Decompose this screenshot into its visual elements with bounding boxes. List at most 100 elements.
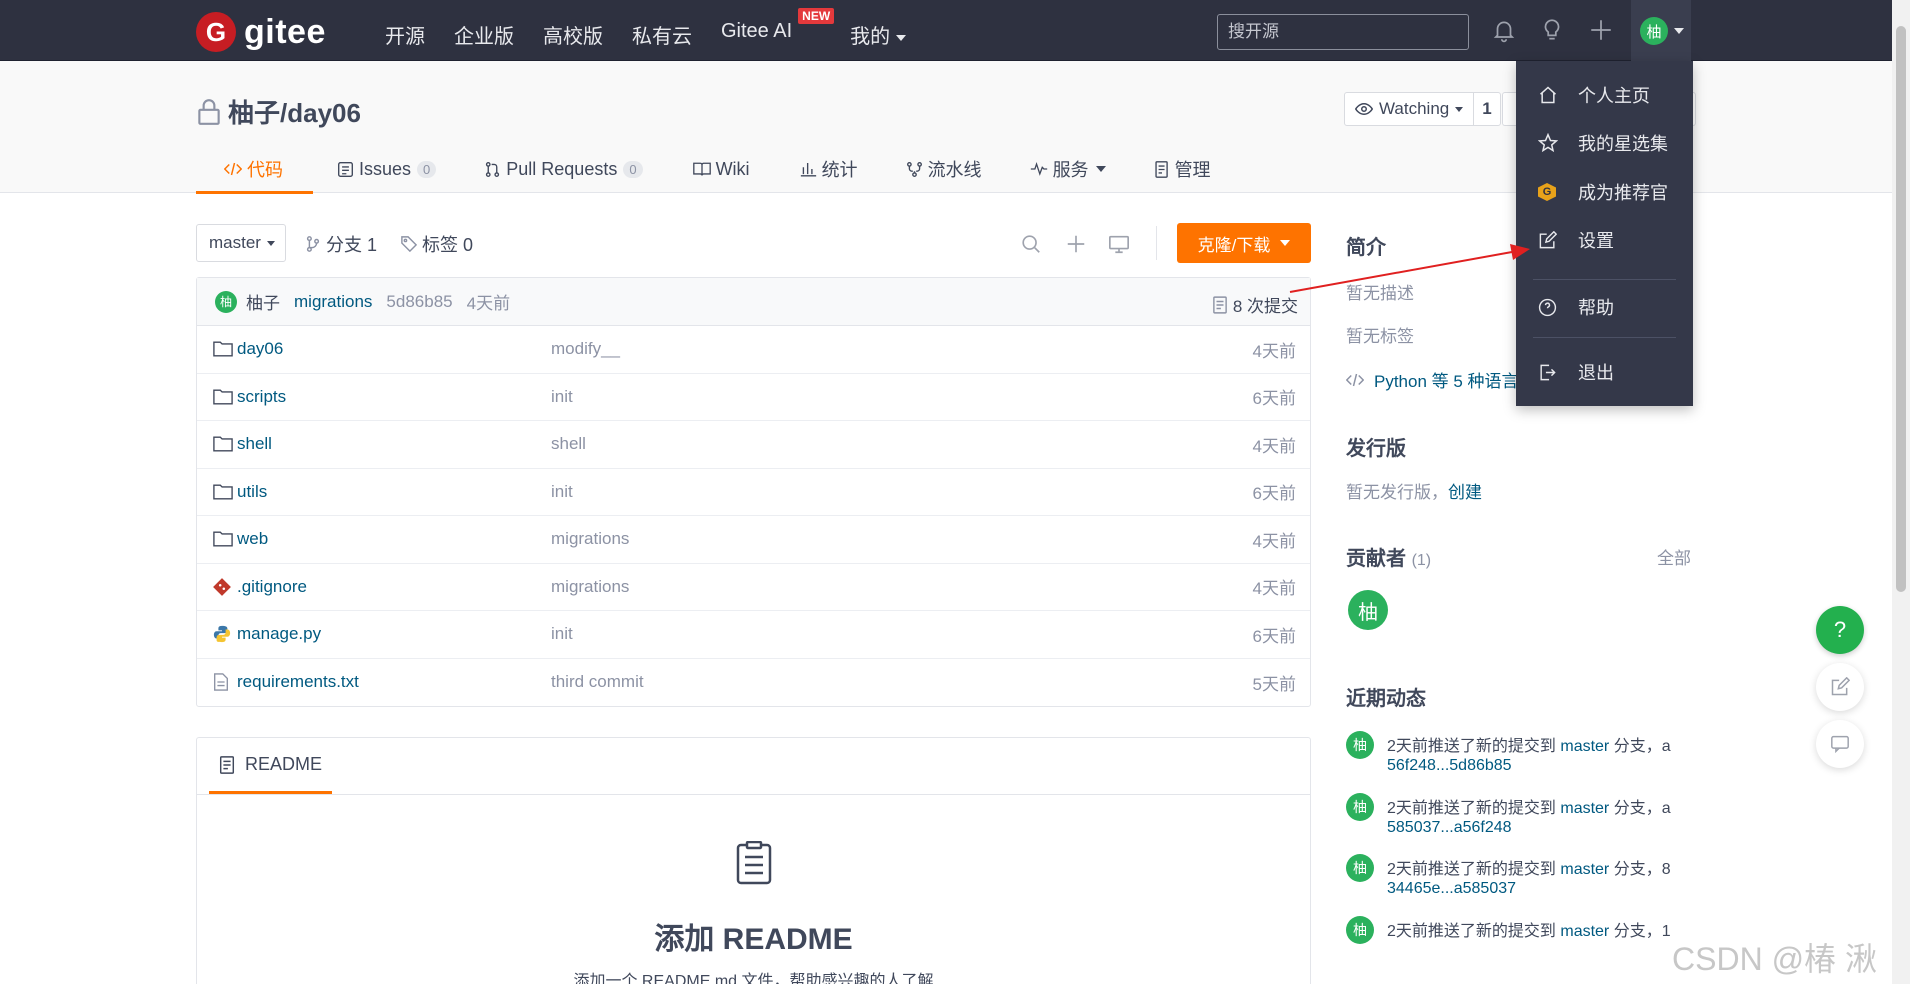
languages-link[interactable]: Python 等 5 种语言	[1346, 367, 1519, 392]
web-ide-icon[interactable]	[1108, 233, 1130, 255]
activity-text: 2天前推送了新的提交到 master 分支，8	[1387, 855, 1671, 879]
logout-icon	[1540, 364, 1556, 380]
menu-item-recommender[interactable]: G 成为推荐官	[1516, 172, 1693, 212]
chevron-down-icon	[266, 240, 275, 246]
branches-link[interactable]: 分支 1	[305, 231, 389, 257]
file-commit-message[interactable]: init	[551, 482, 573, 502]
file-commit-message[interactable]: modify__	[551, 339, 620, 359]
commit-author[interactable]: 柚子	[246, 289, 280, 314]
tab-manage[interactable]: 管理	[1130, 145, 1235, 193]
commit-hash[interactable]: 5d86b85	[386, 292, 452, 312]
activity-branch-link[interactable]: master	[1560, 738, 1609, 755]
commit-message[interactable]: migrations	[294, 292, 372, 312]
file-name[interactable]: day06	[237, 339, 283, 359]
edit-icon	[1539, 230, 1557, 248]
gitee-logo[interactable]: G gitee	[196, 12, 326, 52]
clone-download-button[interactable]: 克隆/下载	[1177, 223, 1311, 263]
tab-pipeline-label: 流水线	[927, 160, 982, 180]
file-row[interactable]: .gitignore migrations 4天前	[197, 564, 1310, 611]
folder-icon	[213, 435, 233, 453]
file-row[interactable]: requirements.txt third commit 5天前	[197, 659, 1310, 707]
file-commit-message[interactable]: init	[551, 624, 573, 644]
file-name[interactable]: web	[237, 529, 268, 549]
file-commit-message[interactable]: migrations	[551, 577, 629, 597]
help-button[interactable]: ?	[1816, 606, 1864, 654]
menu-item-starred[interactable]: 我的星选集	[1516, 123, 1693, 163]
menu-item-profile[interactable]: 个人主页	[1516, 75, 1693, 115]
tab-pipeline[interactable]: 流水线	[882, 145, 1006, 193]
create-release-link[interactable]: 创建	[1448, 483, 1482, 502]
menu-item-settings[interactable]: 设置	[1516, 220, 1693, 260]
activity-commit-range[interactable]: 34465e...a585037	[1387, 880, 1516, 898]
file-rows: day06 modify__ 4天前 scripts init 6天前 shell shell…	[197, 326, 1310, 706]
feedback-button[interactable]	[1816, 663, 1864, 711]
file-row[interactable]: scripts init 6天前	[197, 374, 1310, 421]
tab-stats[interactable]: 统计	[776, 145, 882, 193]
nav-enterprise[interactable]: 企业版	[454, 20, 514, 49]
tab-code[interactable]: 代码	[196, 145, 313, 194]
tab-issues[interactable]: Issues 0	[313, 145, 460, 193]
activity-branch-link[interactable]: master	[1560, 923, 1609, 940]
watch-button[interactable]: Watching 1	[1344, 92, 1501, 126]
file-row[interactable]: utils init 6天前	[197, 469, 1310, 516]
file-name[interactable]: scripts	[237, 387, 286, 407]
activity-commit-range[interactable]: 56f248...5d86b85	[1387, 757, 1512, 775]
avatar[interactable]: 柚	[1346, 731, 1374, 759]
file-row[interactable]: day06 modify__ 4天前	[197, 326, 1310, 374]
file-row[interactable]: manage.py init 6天前	[197, 611, 1310, 659]
all-contributors-link[interactable]: 全部	[1657, 544, 1691, 569]
avatar[interactable]: 柚	[1346, 915, 1374, 944]
plus-icon[interactable]	[1588, 17, 1614, 43]
avatar: 柚	[1640, 17, 1668, 45]
bell-icon[interactable]	[1491, 17, 1517, 43]
folder-icon	[213, 530, 233, 548]
scrollbar-thumb[interactable]	[1896, 26, 1906, 592]
menu-item-help[interactable]: 帮助	[1516, 287, 1693, 327]
nav-mine[interactable]: 我的	[850, 20, 907, 49]
search-input[interactable]	[1217, 14, 1469, 50]
file-commit-message[interactable]: third commit	[551, 672, 644, 692]
readme-tab[interactable]: README	[209, 738, 333, 794]
tab-services[interactable]: 服务	[1006, 145, 1130, 193]
file-name[interactable]: .gitignore	[237, 577, 307, 597]
lightbulb-icon[interactable]	[1539, 17, 1565, 43]
tab-services-label: 服务	[1052, 160, 1089, 180]
commit-count-link[interactable]: 8 次提交	[1212, 292, 1298, 317]
file-commit-message[interactable]: init	[551, 387, 573, 407]
avatar[interactable]: 柚	[215, 290, 237, 313]
nav-gitee-ai-label: Gitee AI	[721, 20, 793, 42]
nav-education[interactable]: 高校版	[543, 20, 603, 49]
nav-open-source[interactable]: 开源	[385, 20, 425, 49]
languages-label: Python 等 5 种语言	[1374, 372, 1519, 391]
file-commit-message[interactable]: migrations	[551, 529, 629, 549]
activity-branch-link[interactable]: master	[1560, 861, 1609, 878]
file-row[interactable]: web migrations 4天前	[197, 516, 1310, 564]
repo-name[interactable]: 柚子/day06	[228, 93, 361, 130]
activity-branch-link[interactable]: master	[1560, 800, 1609, 817]
contributor-avatar[interactable]: 柚	[1348, 590, 1388, 630]
branch-selector[interactable]: master	[196, 224, 286, 262]
search-icon[interactable]	[1020, 233, 1042, 255]
tab-pull-requests[interactable]: Pull Requests 0	[460, 145, 666, 193]
tab-wiki[interactable]: Wiki	[667, 145, 776, 193]
activity-commit-range[interactable]: 585037...a56f248	[1387, 819, 1512, 837]
menu-item-logout[interactable]: 退出	[1516, 352, 1693, 392]
menu-item-label: 帮助	[1578, 298, 1614, 318]
file-name[interactable]: utils	[237, 482, 267, 502]
nav-gitee-ai[interactable]: Gitee AI NEW	[721, 8, 835, 49]
add-file-icon[interactable]	[1065, 233, 1087, 255]
file-name[interactable]: manage.py	[237, 624, 321, 644]
avatar[interactable]: 柚	[1346, 792, 1374, 821]
avatar[interactable]: 柚	[1346, 854, 1374, 882]
file-name[interactable]: shell	[237, 434, 272, 454]
watch-count[interactable]: 1	[1474, 99, 1499, 119]
file-commit-message[interactable]: shell	[551, 434, 586, 454]
file-row[interactable]: shell shell 4天前	[197, 421, 1310, 469]
file-name[interactable]: requirements.txt	[237, 672, 359, 692]
nav-private-cloud[interactable]: 私有云	[632, 20, 692, 49]
add-readme-title: 添加 README	[654, 923, 853, 956]
tags-link[interactable]: 标签 0	[401, 231, 485, 257]
user-avatar-menu[interactable]: 柚	[1631, 0, 1691, 61]
chat-button[interactable]	[1816, 720, 1864, 768]
activity-text: 2天前推送了新的提交到 master 分支，a	[1387, 794, 1671, 818]
